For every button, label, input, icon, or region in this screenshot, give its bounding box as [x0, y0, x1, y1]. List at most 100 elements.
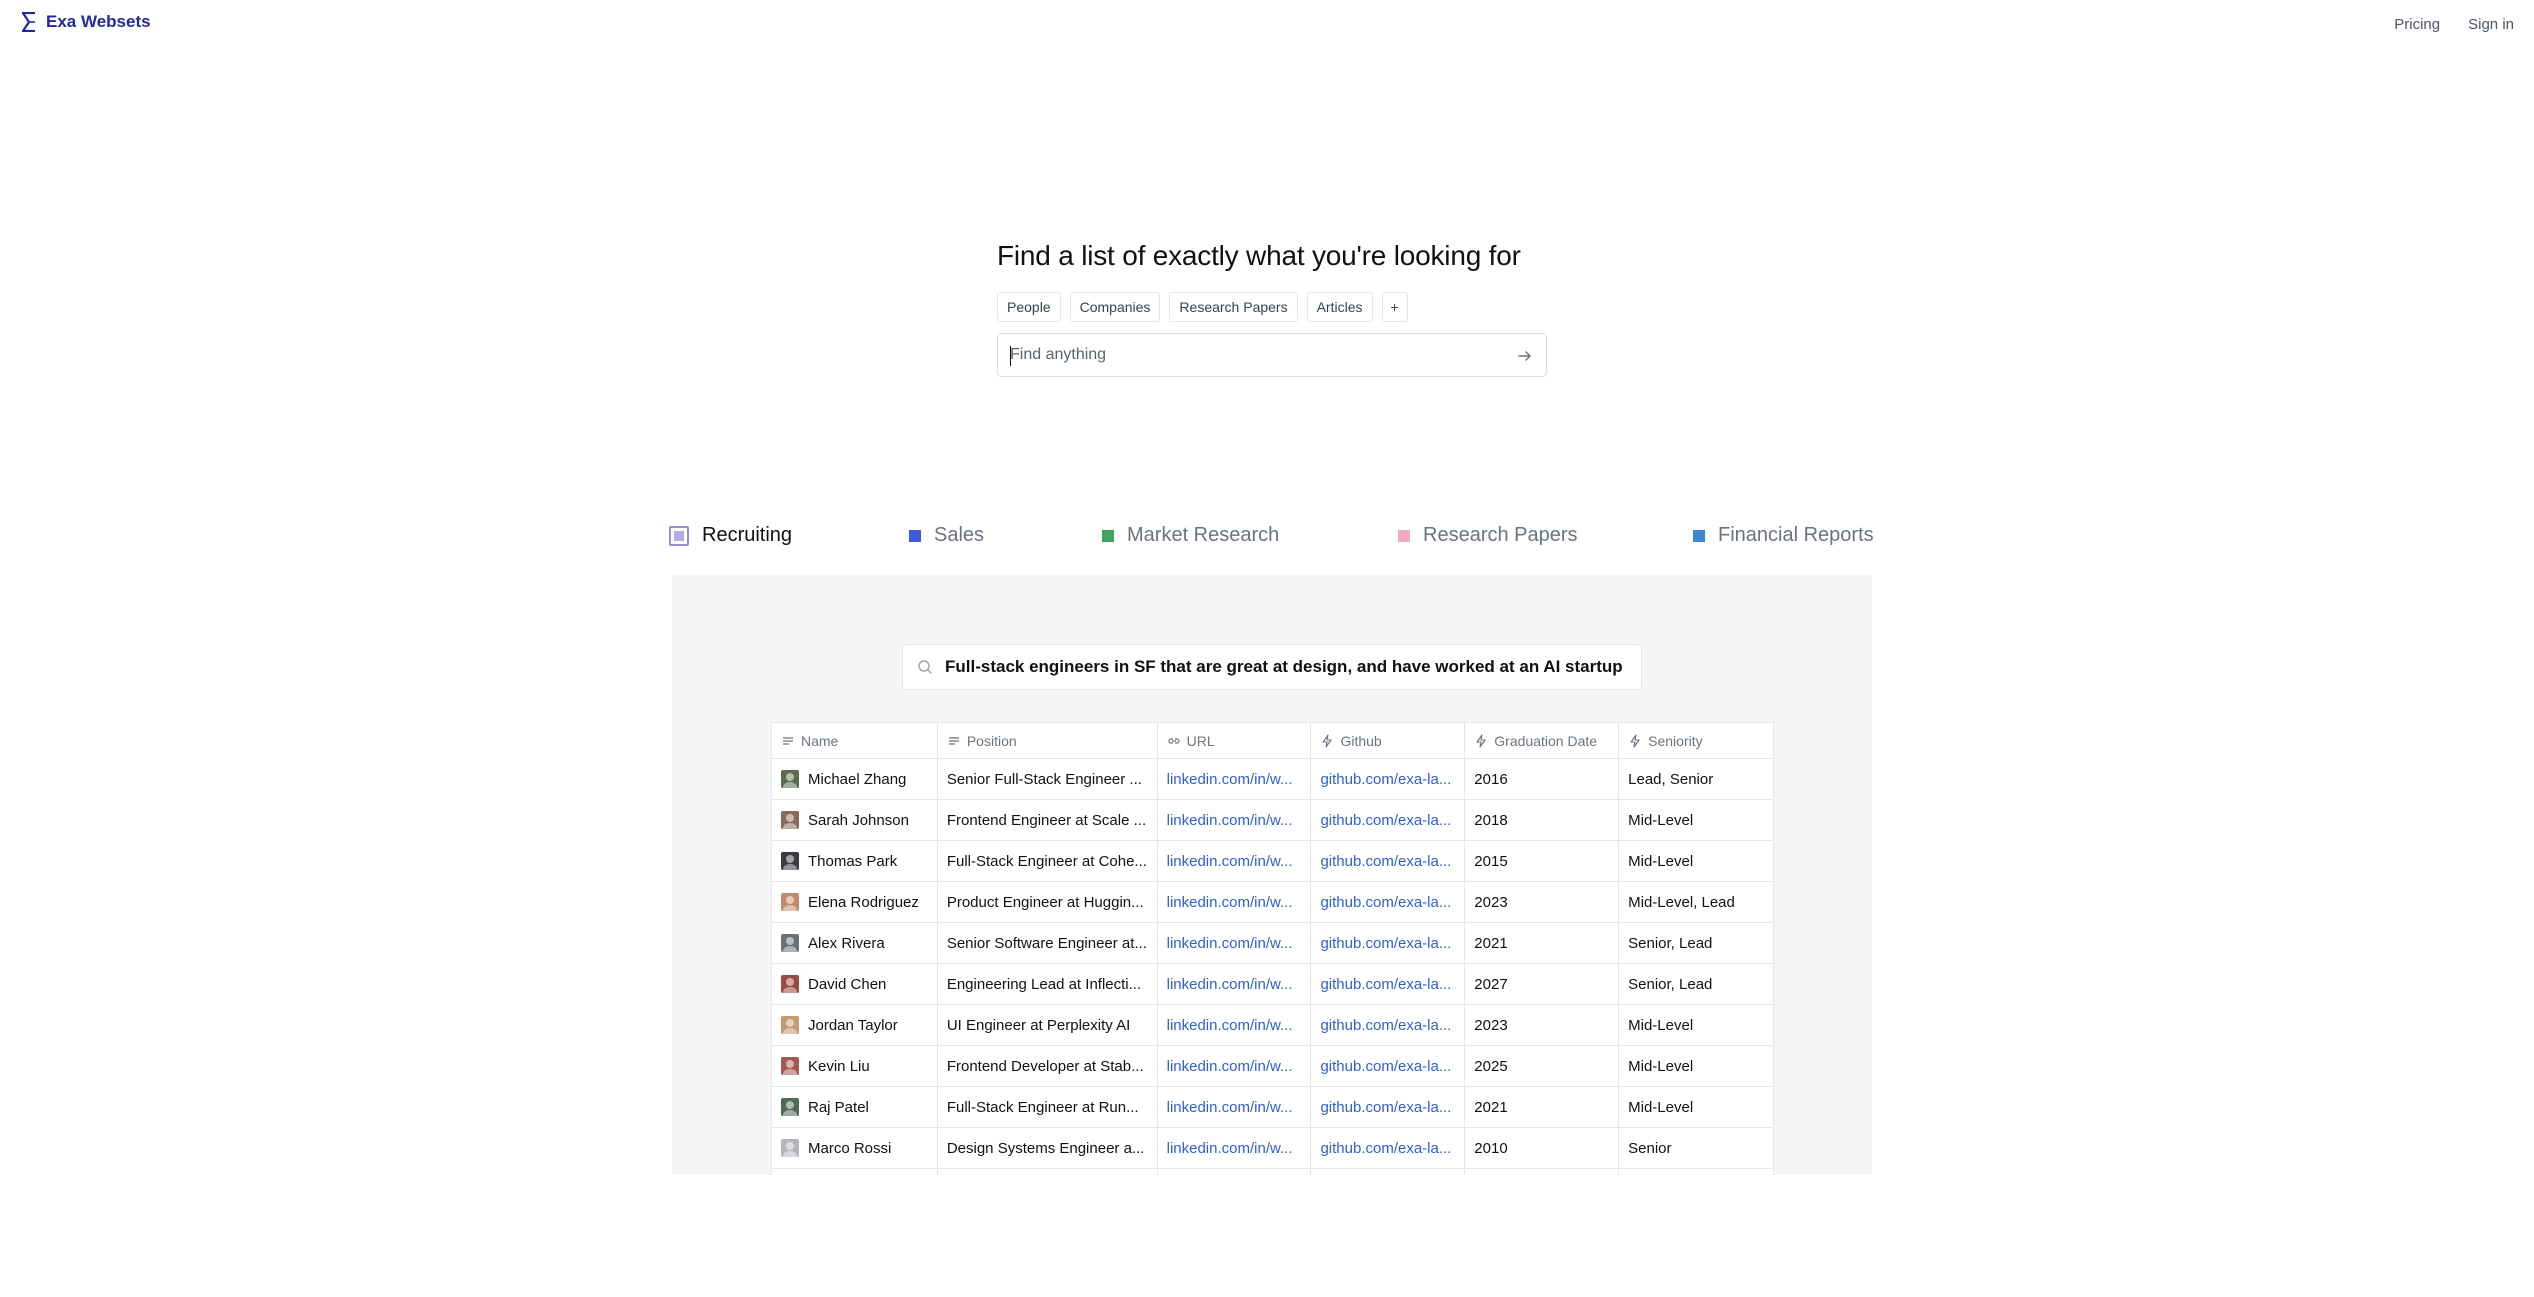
linkedin-link[interactable]: linkedin.com/in/w... — [1167, 771, 1293, 788]
cell-url: linkedin.com/in/w... — [1158, 923, 1312, 963]
cell-url: linkedin.com/in/w... — [1158, 964, 1312, 1004]
github-link[interactable]: github.com/exa-la... — [1320, 1058, 1451, 1075]
chip-research-papers[interactable]: Research Papers — [1169, 292, 1298, 322]
table-row[interactable]: Elena Rodriguez Product Engineer at Huggi… — [772, 882, 1774, 923]
cell-github: github.com/exa-la... — [1311, 964, 1466, 1004]
position-text: Engineering Lead at Inflecti... — [946, 975, 1142, 993]
tab-research-papers[interactable]: Research Papers — [1398, 524, 1578, 547]
cell-name: Marco Rossi — [772, 1128, 938, 1168]
cell-github: github.com/exa-la... — [1311, 923, 1466, 963]
cell-github — [1311, 1169, 1466, 1175]
table-row[interactable]: Raj Patel Full-Stack Engineer at Run... li… — [772, 1087, 1774, 1128]
chip-articles[interactable]: Articles — [1306, 292, 1373, 322]
cell-url: linkedin.com/in/w... — [1158, 1046, 1312, 1086]
linkedin-link[interactable]: linkedin.com/in/w... — [1167, 1140, 1293, 1157]
github-link[interactable]: github.com/exa-la... — [1320, 771, 1451, 788]
cell-position: Senior Full-Stack Engineer ... — [938, 759, 1158, 799]
column-label: Seniority — [1648, 732, 1703, 749]
seniority-text: Mid-Level — [1628, 1057, 1694, 1075]
avatar — [781, 975, 799, 993]
linkedin-link[interactable]: linkedin.com/in/w... — [1167, 935, 1293, 952]
column-header-seniority[interactable]: Seniority — [1619, 723, 1774, 758]
column-header-github[interactable]: Github — [1311, 723, 1466, 758]
cell-position: UI Engineer at Perplexity AI — [938, 1005, 1158, 1045]
cell-name: Thomas Park — [772, 841, 938, 881]
tab-sales[interactable]: Sales — [909, 524, 984, 547]
recruiting-square-icon — [669, 525, 689, 546]
cell-github: github.com/exa-la... — [1311, 1046, 1466, 1086]
column-header-position[interactable]: Position — [938, 723, 1158, 758]
github-link[interactable]: github.com/exa-la... — [1320, 1017, 1451, 1034]
cell-position: Frontend Engineer at Scale ... — [938, 800, 1158, 840]
tab-label: Research Papers — [1423, 524, 1578, 546]
add-chip-button[interactable]: + — [1381, 292, 1408, 322]
bolt-icon — [1630, 733, 1640, 748]
sign-in-link[interactable]: Sign in — [2468, 16, 2514, 33]
results-table: Name Position URL Github Graduation Date… — [771, 722, 1774, 1175]
avatar — [781, 770, 799, 788]
table-row[interactable]: Jordan Taylor UI Engineer at Perplexity A… — [772, 1005, 1774, 1046]
research-papers-square-icon — [1398, 529, 1410, 542]
cell-graduation-date: 2015 — [1465, 841, 1620, 881]
brand-name: Exa Websets — [46, 12, 151, 31]
find-anything-input[interactable] — [998, 334, 1546, 376]
brand-logo[interactable]: Exa Websets — [20, 12, 151, 32]
linkedin-link[interactable]: linkedin.com/in/w... — [1167, 894, 1293, 911]
position-text: UI Engineer at Perplexity AI — [946, 1016, 1131, 1034]
cell-seniority: Mid-Level — [1619, 841, 1774, 881]
cell-graduation-date: 2027 — [1465, 964, 1620, 1004]
linkedin-link[interactable]: linkedin.com/in/w... — [1167, 976, 1293, 993]
cell-graduation-date: 2018 — [1465, 800, 1620, 840]
column-header-url[interactable]: URL — [1158, 723, 1312, 758]
chip-people[interactable]: People — [997, 292, 1061, 322]
text-lines-icon — [783, 736, 793, 745]
github-link[interactable]: github.com/exa-la... — [1320, 935, 1451, 952]
cell-position: Frontend Developer at Stab... — [938, 1046, 1158, 1086]
cell-graduation-date: 2021 — [1465, 923, 1620, 963]
column-header-name[interactable]: Name — [772, 723, 938, 758]
graduation-year: 2027 — [1474, 975, 1508, 993]
cell-url: linkedin.com/in/w... — [1158, 1005, 1312, 1045]
table-row[interactable]: Sarah Johnson Frontend Engineer at Scale … — [772, 800, 1774, 841]
graduation-year: 2016 — [1474, 770, 1508, 788]
tab-label: Sales — [934, 524, 985, 546]
github-link[interactable]: github.com/exa-la... — [1320, 1099, 1451, 1116]
tab-recruiting[interactable]: Recruiting — [669, 524, 792, 547]
github-link[interactable]: github.com/exa-la... — [1320, 1140, 1451, 1157]
column-header-graduation-date[interactable]: Graduation Date — [1465, 723, 1620, 758]
table-row[interactable]: Michael Zhang Senior Full-Stack Engineer … — [772, 759, 1774, 800]
table-row[interactable]: Thomas Park Full-Stack Engineer at Cohe..… — [772, 841, 1774, 882]
arrow-right-icon[interactable] — [1516, 347, 1534, 365]
tab-market-research[interactable]: Market Research — [1102, 524, 1279, 547]
table-row[interactable]: Alex Rivera Senior Software Engineer at..… — [772, 923, 1774, 964]
cell-position: Senior Software Engineer at... — [938, 923, 1158, 963]
column-label: URL — [1186, 732, 1215, 749]
column-label: Github — [1340, 732, 1382, 749]
github-link[interactable]: github.com/exa-la... — [1320, 853, 1451, 870]
cell-name: Sarah Johnson — [772, 800, 938, 840]
cell-position: Engineering Lead at Inflecti... — [938, 964, 1158, 1004]
linkedin-link[interactable]: linkedin.com/in/w... — [1167, 853, 1293, 870]
cell-url: linkedin.com/in/w... — [1158, 759, 1312, 799]
avatar — [781, 893, 799, 911]
person-name: Elena Rodriguez — [808, 893, 919, 911]
cell-graduation-date: 2023 — [1465, 882, 1620, 922]
table-row[interactable]: Kevin Liu Frontend Developer at Stab... li… — [772, 1046, 1774, 1087]
cell-graduation-date: 2010 — [1465, 1128, 1620, 1168]
person-name: Raj Patel — [808, 1098, 869, 1116]
github-link[interactable]: github.com/exa-la... — [1320, 894, 1451, 911]
bolt-icon — [1322, 733, 1333, 748]
table-row[interactable]: Marco Rossi Design Systems Engineer a... l… — [772, 1128, 1774, 1169]
linkedin-link[interactable]: linkedin.com/in/w... — [1167, 1099, 1293, 1116]
avatar — [781, 1016, 799, 1034]
tab-financial-reports[interactable]: Financial Reports — [1693, 524, 1874, 547]
pricing-link[interactable]: Pricing — [2394, 16, 2440, 33]
table-row[interactable] — [772, 1169, 1774, 1175]
github-link[interactable]: github.com/exa-la... — [1320, 812, 1451, 829]
linkedin-link[interactable]: linkedin.com/in/w... — [1167, 812, 1293, 829]
linkedin-link[interactable]: linkedin.com/in/w... — [1167, 1017, 1293, 1034]
github-link[interactable]: github.com/exa-la... — [1320, 976, 1451, 993]
linkedin-link[interactable]: linkedin.com/in/w... — [1167, 1058, 1293, 1075]
chip-companies[interactable]: Companies — [1069, 292, 1161, 322]
table-row[interactable]: David Chen Engineering Lead at Inflecti..… — [772, 964, 1774, 1005]
